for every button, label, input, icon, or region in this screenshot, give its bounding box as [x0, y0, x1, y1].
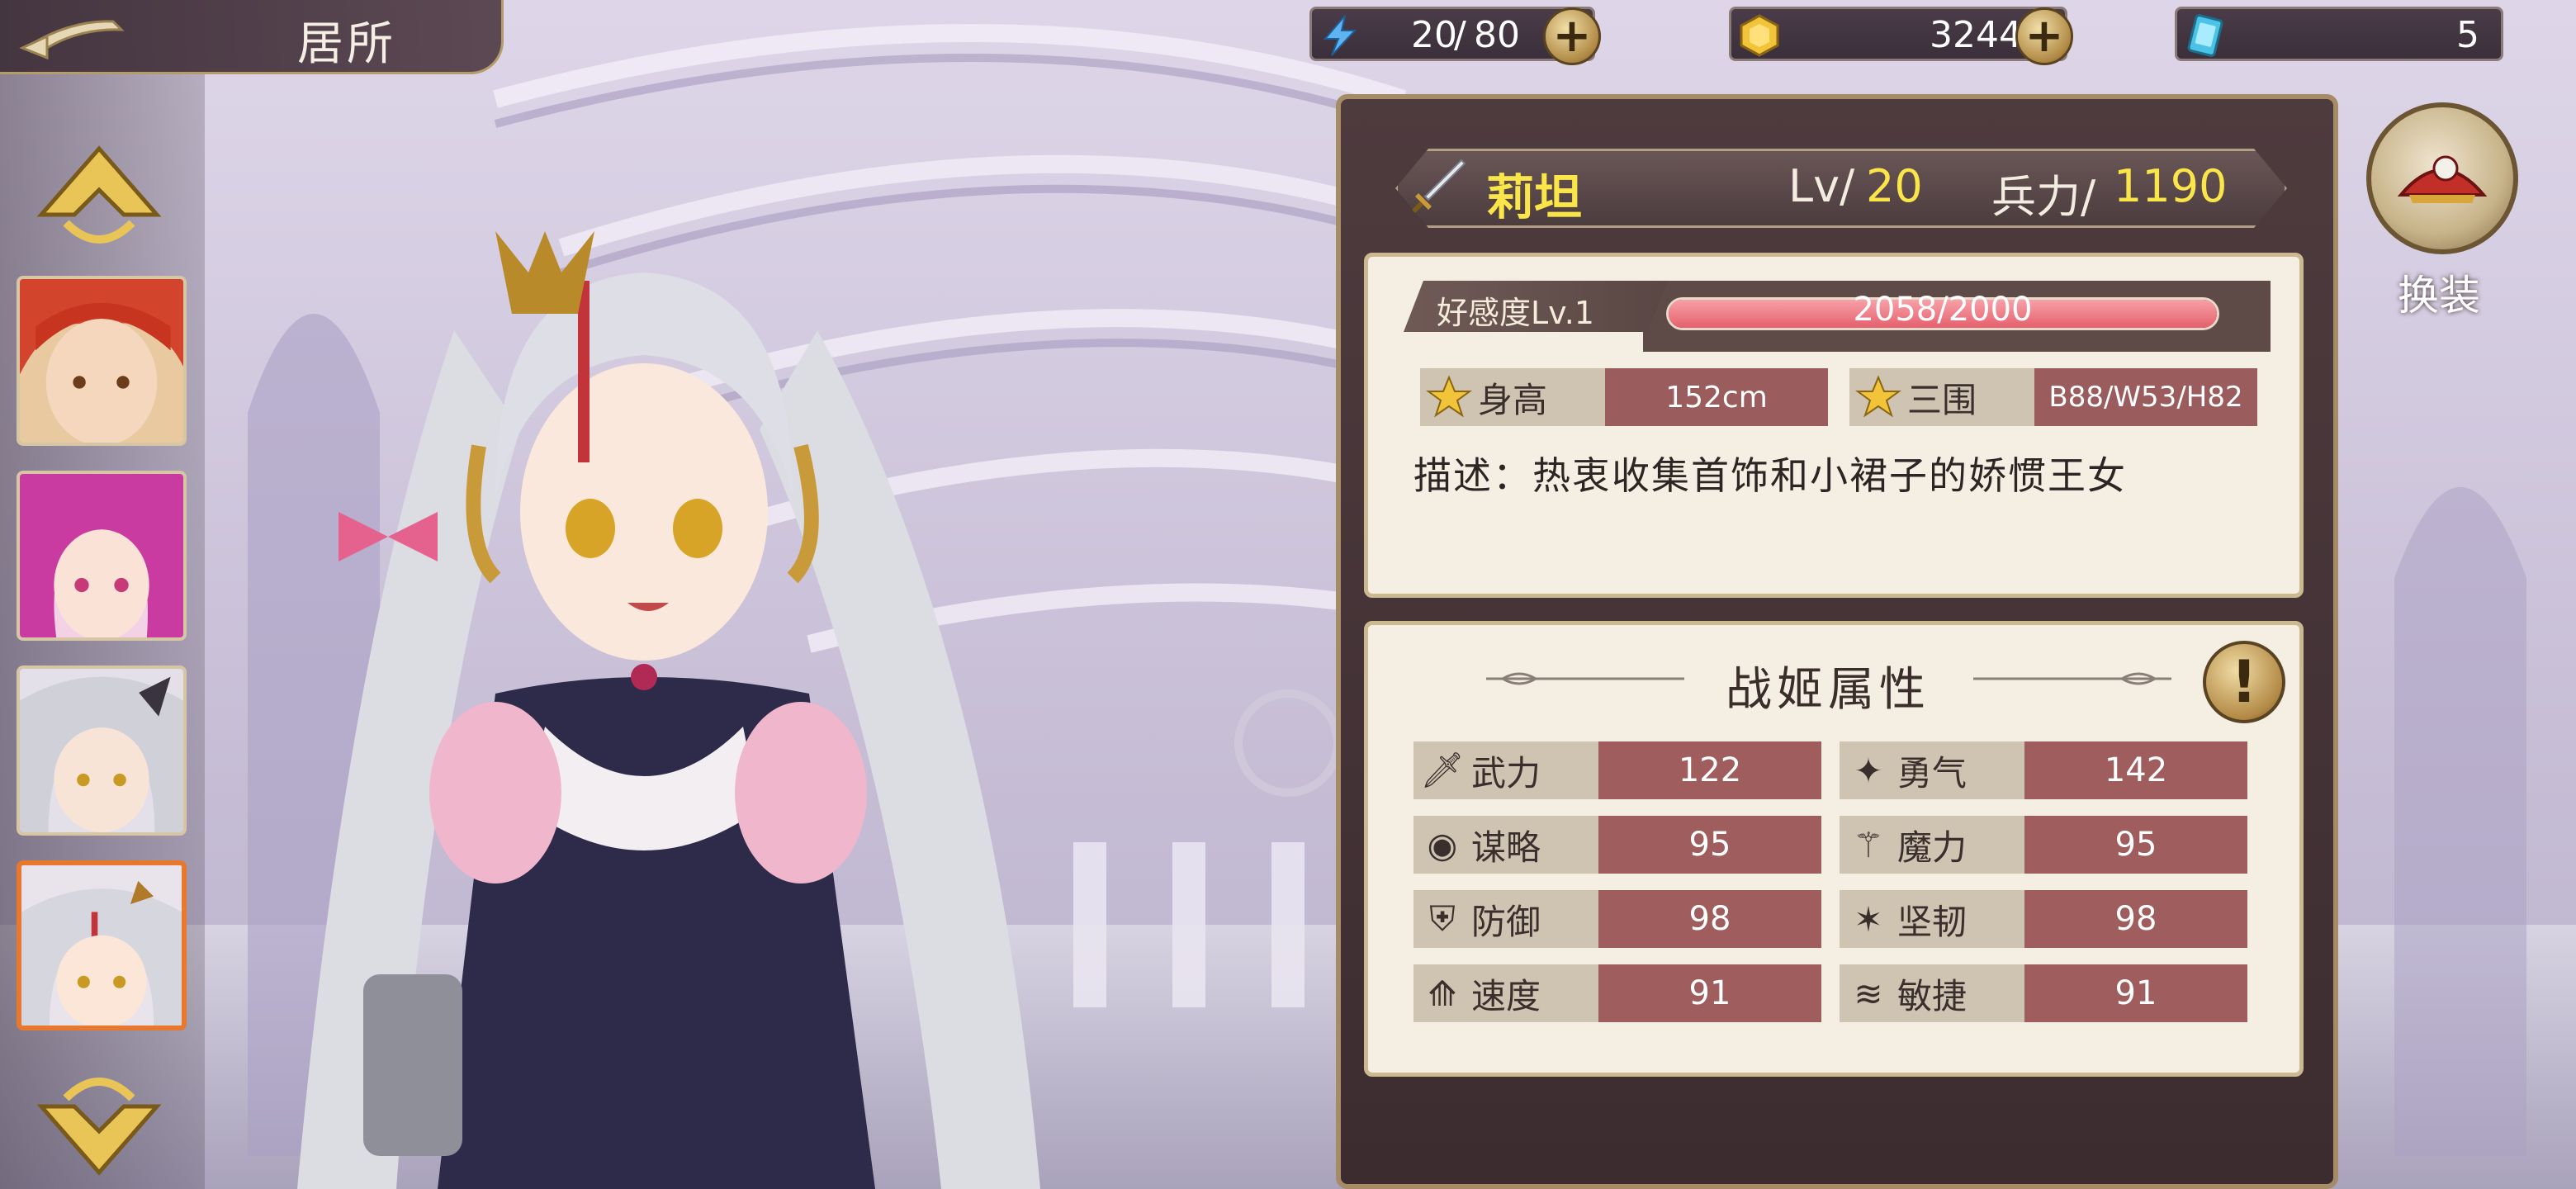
courage-emblem-icon: ✦ [1854, 750, 1883, 791]
level-value: 20 [1866, 160, 1923, 212]
wing-icon: ≋ [1854, 973, 1883, 1014]
silver-hair-horned-portrait [20, 669, 183, 832]
energy-current: 20 [1411, 14, 1457, 56]
troops-label: 兵力/ [1991, 171, 2096, 223]
sword-icon: 🗡 [1420, 750, 1465, 790]
measures-value: B88/W53/H82 [2034, 368, 2257, 426]
back-button[interactable] [10, 5, 134, 68]
attribute-speed: ⟰ 速度 91 [1413, 964, 1821, 1022]
star-icon [1420, 374, 1478, 420]
height-value: 152cm [1605, 368, 1828, 426]
lightning-icon [1323, 15, 1357, 56]
height-stat: 身高 152cm [1420, 368, 1828, 426]
attribute-courage: ✦ 勇气 142 [1840, 741, 2247, 799]
toughness-emblem-icon: ✶ [1854, 898, 1883, 940]
scroll-up-button[interactable] [33, 140, 165, 256]
gold-coin-icon [1740, 14, 1779, 57]
affection-value: 2058/2000 [1853, 291, 2033, 329]
mind-icon: ◉ [1427, 824, 1458, 865]
attribute-force: 🗡 武力 122 [1413, 741, 1821, 799]
attribute-magic: ⚚ 魔力 95 [1840, 816, 2247, 874]
shield-icon: ⛨ [1429, 898, 1456, 939]
measures-stat: 三围 B88/W53/H82 [1849, 368, 2257, 426]
left-ornament [1486, 672, 1684, 685]
card-value: 5 [2456, 14, 2479, 56]
gold-counter: 3244 + [1729, 7, 2073, 65]
energy-counter: 20 / 80 + [1309, 7, 1601, 65]
boot-icon: ⟰ [1428, 973, 1457, 1014]
add-gold-button[interactable]: + [2015, 7, 2073, 65]
character-description: 描述：热衷收集首饰和小裙子的娇惯王女 [1413, 453, 2127, 498]
change-outfit-label: 换装 [2398, 272, 2480, 320]
character-slot-3[interactable] [17, 666, 187, 836]
card-counter: 5 [2175, 7, 2503, 61]
change-outfit-button[interactable] [2366, 102, 2518, 254]
affection-level: 好感度Lv.1 [1404, 281, 1668, 332]
character-slot-1[interactable] [17, 276, 187, 446]
energy-max: 80 [1474, 14, 1520, 56]
pink-hair-portrait [20, 474, 183, 637]
attribute-strategy: ◉ 谋略 95 [1413, 816, 1821, 874]
troops-value: 1190 [2114, 160, 2228, 212]
attribute-defense: ⛨ 防御 98 [1413, 890, 1821, 948]
page-title: 居所 [297, 17, 396, 71]
character-slot-4-selected[interactable] [17, 860, 187, 1030]
hat-icon [2397, 155, 2488, 203]
card-ticket-icon [2187, 14, 2223, 57]
character-slot-2[interactable] [17, 471, 187, 641]
add-energy-button[interactable]: + [1543, 7, 1601, 65]
right-ornament [1973, 672, 2171, 685]
energy-separator: / [1454, 14, 1466, 56]
back-arrow-icon [19, 20, 125, 60]
selected-character-portrait [21, 865, 182, 1026]
red-hair-portrait [20, 279, 183, 443]
attribute-agility: ≋ 敏捷 91 [1840, 964, 2247, 1022]
gold-value: 3244 [1930, 14, 2022, 56]
measures-label: 三围 [1907, 379, 1977, 420]
attributes-title: 战姬属性 [1726, 663, 1930, 717]
title-bar: 居所 [0, 0, 504, 74]
scroll-down-button[interactable] [33, 1065, 165, 1181]
sword-class-icon [1412, 159, 1466, 213]
star-icon [1849, 374, 1907, 420]
attribute-toughness: ✶ 坚韧 98 [1840, 890, 2247, 948]
height-label: 身高 [1478, 379, 1548, 420]
attribute-info-button[interactable]: ! [2203, 641, 2285, 723]
level-label: Lv/ [1788, 160, 1855, 212]
character-illustration [297, 231, 1040, 1189]
character-name: 莉坦 [1486, 169, 1583, 225]
magic-staff-icon: ⚚ [1853, 824, 1884, 865]
